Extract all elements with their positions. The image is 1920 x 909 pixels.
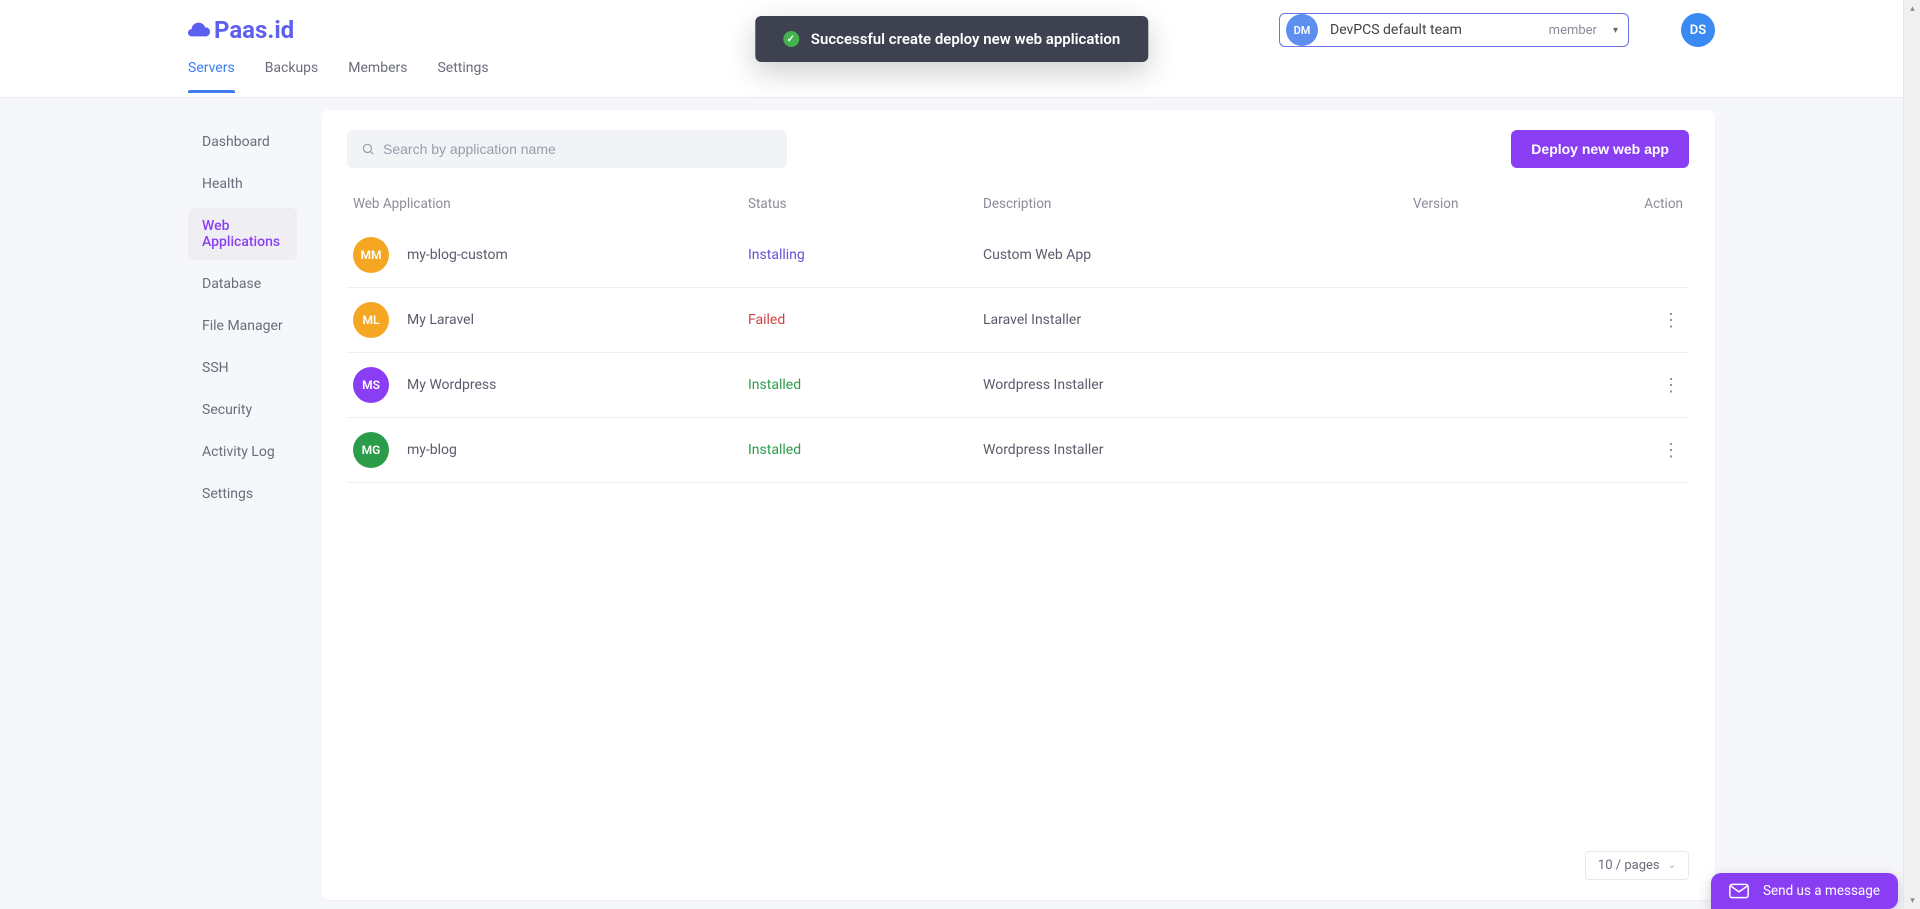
app-name[interactable]: my-blog xyxy=(407,442,457,458)
chat-widget[interactable]: Send us a message xyxy=(1711,873,1898,909)
app-avatar: MS xyxy=(353,367,389,403)
app-action[interactable]: ⋮ xyxy=(1593,438,1683,462)
topnav-item-members[interactable]: Members xyxy=(348,60,407,90)
chevron-down-icon: ⌄ xyxy=(1668,860,1676,871)
scroll-down-icon[interactable]: ▾ xyxy=(1904,892,1920,909)
app-name[interactable]: My Laravel xyxy=(407,312,474,328)
col-header-app: Web Application xyxy=(353,196,748,212)
chat-label: Send us a message xyxy=(1763,883,1880,899)
app-description: Laravel Installer xyxy=(983,312,1413,328)
sidebar-item-activity-log[interactable]: Activity Log xyxy=(188,434,297,470)
page-size-label: 10 / pages xyxy=(1598,858,1660,873)
applications-table: Web Application Status Description Versi… xyxy=(347,186,1689,483)
top-nav: Servers Backups Members Settings xyxy=(188,60,1715,98)
col-header-version: Version xyxy=(1413,196,1593,212)
app-cell: ML My Laravel xyxy=(353,302,748,338)
top-header: Paas.id DM DevPCS default team member ▾ … xyxy=(0,0,1903,98)
toast-message: Successful create deploy new web applica… xyxy=(811,30,1120,48)
page-size-selector[interactable]: 10 / pages ⌄ xyxy=(1585,851,1689,880)
user-avatar[interactable]: DS xyxy=(1681,13,1715,47)
app-action[interactable]: ⋮ xyxy=(1593,308,1683,332)
search-icon xyxy=(361,142,375,156)
app-description: Wordpress Installer xyxy=(983,442,1413,458)
app-status: Installing xyxy=(748,247,983,263)
app-cell: MS My Wordpress xyxy=(353,367,748,403)
app-status: Failed xyxy=(748,312,983,328)
team-name: DevPCS default team xyxy=(1330,22,1462,38)
check-circle-icon: ✓ xyxy=(783,31,799,47)
toast-success: ✓ Successful create deploy new web appli… xyxy=(755,16,1148,62)
chevron-down-icon: ▾ xyxy=(1613,25,1618,36)
sidebar: Dashboard Health Web Applications Database F… xyxy=(188,98,321,909)
app-description: Custom Web App xyxy=(983,247,1413,263)
sidebar-item-ssh[interactable]: SSH xyxy=(188,350,297,386)
content-panel: Deploy new web app Web Application Statu… xyxy=(321,110,1715,900)
col-header-status: Status xyxy=(748,196,983,212)
sidebar-item-settings[interactable]: Settings xyxy=(188,476,297,512)
team-avatar: DM xyxy=(1286,14,1318,46)
app-name[interactable]: my-blog-custom xyxy=(407,247,508,263)
col-header-action: Action xyxy=(1593,196,1683,212)
sidebar-item-health[interactable]: Health xyxy=(188,166,297,202)
topnav-item-servers[interactable]: Servers xyxy=(188,60,235,90)
search-box[interactable] xyxy=(347,130,787,168)
app-avatar: MG xyxy=(353,432,389,468)
more-vertical-icon[interactable]: ⋮ xyxy=(1659,308,1683,332)
sidebar-item-security[interactable]: Security xyxy=(188,392,297,428)
table-row: ML My Laravel FailedLaravel Installer ⋮ xyxy=(347,288,1689,353)
deploy-new-web-app-button[interactable]: Deploy new web app xyxy=(1511,130,1689,168)
table-header-row: Web Application Status Description Versi… xyxy=(347,186,1689,222)
table-row: MG my-blog InstalledWordpress Installer ⋮ xyxy=(347,418,1689,483)
sidebar-item-dashboard[interactable]: Dashboard xyxy=(188,124,297,160)
brand-logo[interactable]: Paas.id xyxy=(188,16,294,44)
scrollbar[interactable]: ▴ ▾ xyxy=(1903,0,1920,909)
mail-icon xyxy=(1729,883,1749,899)
scroll-up-icon[interactable]: ▴ xyxy=(1904,0,1920,17)
app-name[interactable]: My Wordpress xyxy=(407,377,496,393)
col-header-description: Description xyxy=(983,196,1413,212)
table-row: MM my-blog-custom InstallingCustom Web App xyxy=(347,222,1689,288)
app-action[interactable]: ⋮ xyxy=(1593,373,1683,397)
brand-name: Paas.id xyxy=(214,16,294,44)
app-description: Wordpress Installer xyxy=(983,377,1413,393)
sidebar-item-web-applications[interactable]: Web Applications xyxy=(188,208,297,260)
team-role: member xyxy=(1549,23,1597,38)
app-avatar: ML xyxy=(353,302,389,338)
app-cell: MM my-blog-custom xyxy=(353,237,748,273)
app-avatar: MM xyxy=(353,237,389,273)
search-input[interactable] xyxy=(383,141,773,157)
sidebar-item-database[interactable]: Database xyxy=(188,266,297,302)
more-vertical-icon[interactable]: ⋮ xyxy=(1659,373,1683,397)
app-status: Installed xyxy=(748,442,983,458)
topnav-item-backups[interactable]: Backups xyxy=(265,60,319,90)
sidebar-item-file-manager[interactable]: File Manager xyxy=(188,308,297,344)
pagination: 10 / pages ⌄ xyxy=(347,851,1689,880)
app-status: Installed xyxy=(748,377,983,393)
cloud-icon xyxy=(188,21,210,39)
topnav-item-settings[interactable]: Settings xyxy=(437,60,488,90)
app-cell: MG my-blog xyxy=(353,432,748,468)
table-row: MS My Wordpress InstalledWordpress Install… xyxy=(347,353,1689,418)
more-vertical-icon[interactable]: ⋮ xyxy=(1659,438,1683,462)
team-selector[interactable]: DM DevPCS default team member ▾ xyxy=(1279,13,1629,47)
